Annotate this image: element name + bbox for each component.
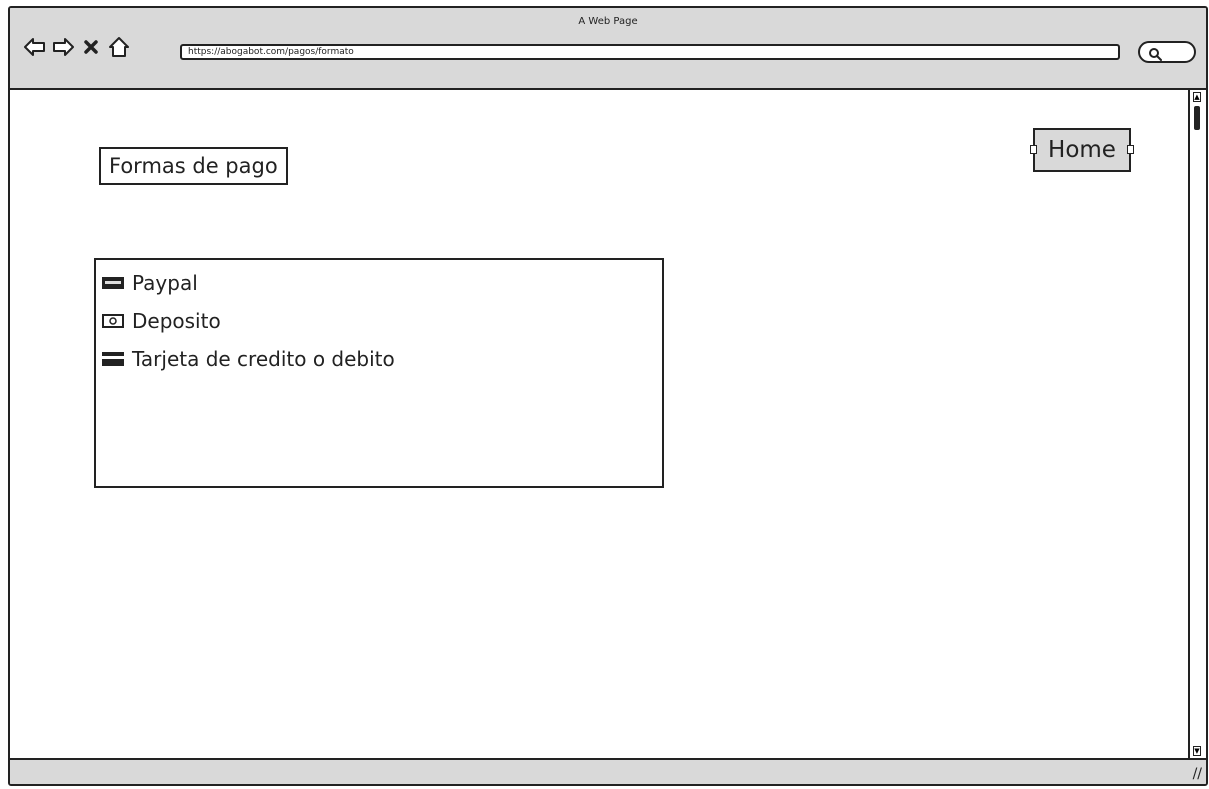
left-handle: [1030, 145, 1037, 154]
resize-grip-icon[interactable]: //: [1193, 766, 1202, 782]
back-arrow-icon[interactable]: [24, 36, 46, 58]
payment-item-label: Tarjeta de credito o debito: [132, 347, 395, 371]
payment-item-paypal[interactable]: Paypal: [96, 264, 662, 302]
forward-arrow-icon[interactable]: [52, 36, 74, 58]
payment-item-deposito[interactable]: Deposito: [96, 302, 662, 340]
search-button[interactable]: [1138, 41, 1196, 63]
scroll-down-icon[interactable]: ▼: [1193, 746, 1201, 756]
home-button-label: Home: [1048, 137, 1116, 163]
vertical-scrollbar[interactable]: ▲ ▼: [1188, 90, 1206, 758]
page-title: Formas de pago: [99, 147, 288, 185]
status-bar: //: [10, 758, 1206, 784]
cash-icon: [102, 314, 132, 328]
page-content: Formas de pago Home Paypal Deposito Tarj…: [10, 90, 1188, 758]
right-handle: [1127, 145, 1134, 154]
scroll-up-icon[interactable]: ▲: [1193, 92, 1201, 102]
browser-titlebar: A Web Page https://abogabot.com/pagos/fo…: [10, 8, 1206, 90]
payment-methods-list: Paypal Deposito Tarjeta de credito o deb…: [94, 258, 664, 488]
paypal-icon: [102, 277, 132, 289]
scroll-thumb[interactable]: [1194, 106, 1200, 130]
address-bar[interactable]: https://abogabot.com/pagos/formato: [180, 44, 1120, 60]
search-icon: [1148, 46, 1162, 65]
payment-item-tarjeta[interactable]: Tarjeta de credito o debito: [96, 340, 662, 378]
home-button[interactable]: Home: [1030, 128, 1134, 172]
close-icon[interactable]: [80, 36, 102, 58]
nav-controls: [24, 36, 130, 58]
payment-item-label: Paypal: [132, 271, 198, 295]
credit-card-icon: [102, 352, 132, 366]
window-title: A Web Page: [578, 16, 638, 27]
browser-window: A Web Page https://abogabot.com/pagos/fo…: [8, 6, 1208, 786]
home-icon[interactable]: [108, 36, 130, 58]
payment-item-label: Deposito: [132, 309, 221, 333]
